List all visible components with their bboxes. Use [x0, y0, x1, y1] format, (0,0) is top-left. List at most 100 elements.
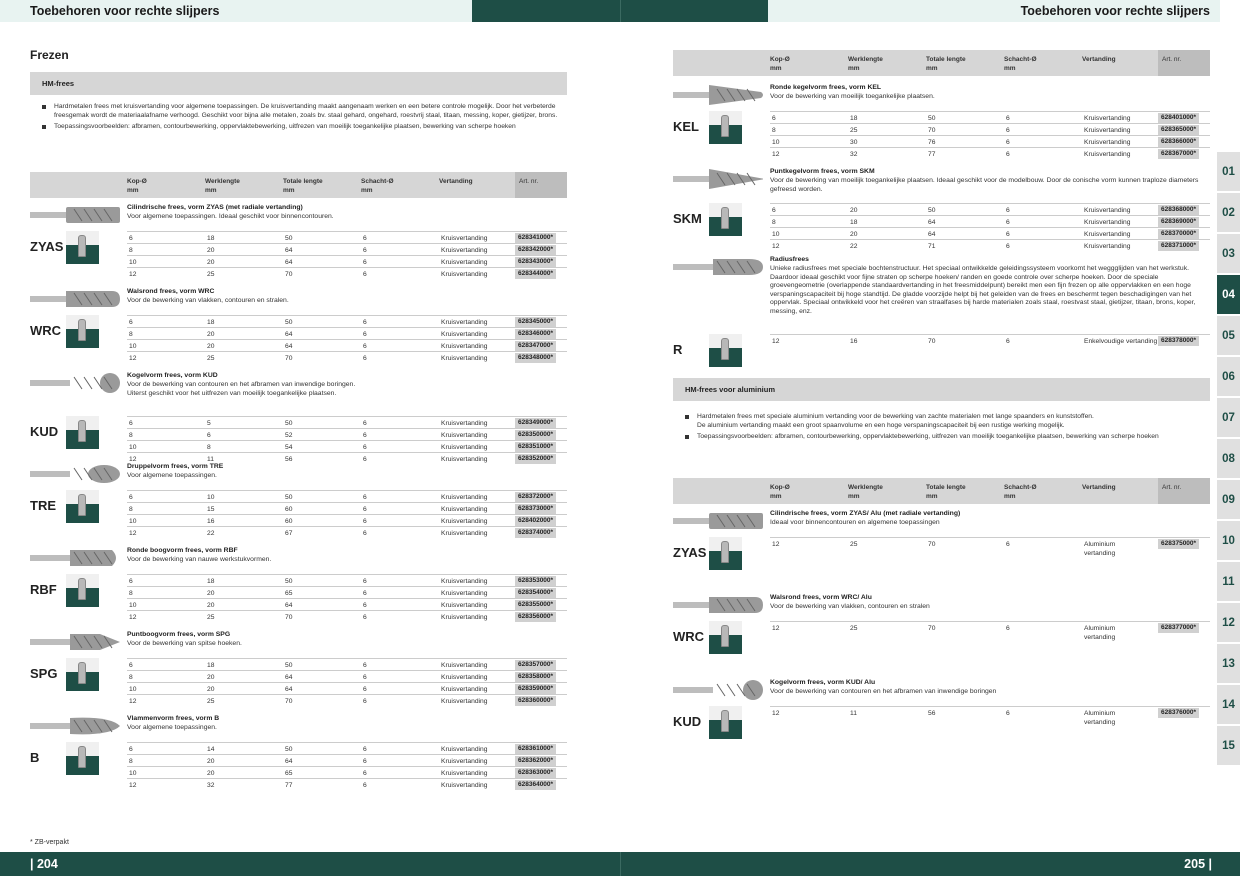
tab-chapter-11[interactable]: 11	[1217, 562, 1240, 602]
tab-chapter-05[interactable]: 05	[1217, 316, 1240, 356]
closeup-cutter	[721, 337, 729, 360]
table-row: 12 25 70 6 Aluminium vertanding 628375000*	[770, 536, 1210, 557]
table-row: 12 22 71 6 Kruisvertanding 628371000*	[770, 239, 1210, 251]
tab-chapter-08[interactable]: 08	[1217, 439, 1240, 479]
article-number: 628359000*	[515, 683, 557, 694]
table-cell: Aluminium vertanding	[1084, 709, 1116, 726]
column-header-label: Totale lengte mm	[283, 178, 323, 194]
table-cell: 6	[363, 697, 367, 705]
tab-chapter-02[interactable]: 02	[1217, 193, 1240, 233]
article-number: 628402000*	[515, 515, 557, 526]
product-name: Druppelvorm frees, vorm TRE	[127, 463, 224, 470]
closeup-cutter	[78, 419, 86, 442]
product-name: Ronde kegelvorm frees, vorm KEL	[770, 84, 882, 91]
page-number-right: 205 |	[1184, 857, 1212, 871]
cutter-image	[673, 84, 763, 106]
table-cell: 10	[129, 342, 137, 350]
table-cell: 20	[850, 231, 858, 238]
tab-chapter-01[interactable]: 01	[1217, 152, 1240, 192]
article-number: 628341000*	[515, 232, 557, 243]
table-cell: Kruisvertanding	[441, 589, 488, 597]
product-name: Vlammenvorm frees, vorm B	[127, 715, 220, 722]
tab-chapter-03[interactable]: 03	[1217, 234, 1240, 274]
product-name: Radiusfrees	[770, 256, 809, 263]
product-name: Walsrond frees, vorm WRC/ Alu	[770, 594, 872, 601]
table-cell: Kruisvertanding	[441, 258, 488, 266]
table-row: 12 25 70 6 Kruisvertanding 628356000*	[127, 609, 567, 622]
tab-chapter-13[interactable]: 13	[1217, 644, 1240, 684]
table-row: 6 18 50 6 Kruisvertanding 628353000*	[127, 573, 567, 586]
article-number: 628360000*	[515, 695, 557, 706]
article-number: 628343000*	[515, 256, 557, 267]
product-code: ZYAS	[673, 544, 707, 560]
closeup-cutter	[721, 709, 729, 732]
product-name: Walsrond frees, vorm WRC	[127, 288, 215, 295]
tab-chapter-14[interactable]: 14	[1217, 685, 1240, 725]
tab-chapter-10[interactable]: 10	[1217, 521, 1240, 561]
cutter-image	[30, 204, 120, 226]
article-number: 628342000*	[515, 244, 557, 255]
column-header-label: Werklengte mm	[205, 178, 240, 194]
section-title: Frezen	[30, 48, 69, 62]
tab-chapter-09[interactable]: 09	[1217, 480, 1240, 520]
column-header-artnr: Art. nr.	[1158, 50, 1210, 76]
product-closeup	[709, 333, 742, 367]
table-cell: 25	[850, 126, 858, 134]
article-number: 628368000*	[1158, 205, 1200, 215]
footer-band	[0, 852, 1240, 876]
cutter-image	[30, 372, 120, 394]
table-cell: 8	[129, 589, 133, 597]
table-cell: 77	[928, 150, 936, 158]
article-number: 628362000*	[515, 755, 557, 766]
article-number: 628369000*	[1158, 217, 1200, 227]
closeup-cutter	[78, 318, 86, 341]
tab-chapter-04[interactable]: 04	[1217, 275, 1240, 315]
article-number: 628366000*	[1158, 136, 1200, 147]
table-cell: 70	[285, 354, 293, 362]
table-cell: 70	[928, 540, 936, 548]
product-description: Voor de bewerking van vlakken, contouren…	[127, 297, 289, 304]
column-header-label: Totale lengte mm	[926, 484, 966, 500]
product-code: SKM	[673, 211, 702, 226]
table-cell: 14	[207, 745, 215, 753]
table-cell: 50	[285, 661, 293, 669]
header-center-block	[472, 0, 768, 22]
table-cell: 6	[772, 207, 776, 214]
tab-chapter-06[interactable]: 06	[1217, 357, 1240, 397]
table-cell: 25	[207, 270, 215, 278]
table-cell: 12	[772, 150, 780, 158]
product-name: Kogelvorm frees, vorm KUD	[127, 372, 218, 379]
table-cell: 60	[285, 505, 293, 513]
table-cell: Aluminium vertanding	[1084, 540, 1116, 557]
table-cell: 6	[363, 529, 367, 537]
table-row: 10 16 60 6 Kruisvertanding 628402000*	[127, 513, 567, 526]
product-code: WRC	[30, 322, 62, 338]
table-row: 8 20 64 6 Kruisvertanding 628358000*	[127, 669, 567, 682]
article-number: 628377000*	[1158, 622, 1200, 633]
table-row: 6 18 50 6 Kruisvertanding 628357000*	[127, 657, 567, 670]
table-cell: Kruisvertanding	[441, 318, 488, 326]
product-closeup	[709, 203, 742, 236]
article-number: 628357000*	[515, 659, 557, 670]
footnote-zb: * ZB-verpakt	[30, 839, 69, 846]
table-cell: 8	[772, 126, 776, 134]
product-closeup	[709, 536, 742, 570]
closeup-cutter	[721, 624, 729, 647]
cutter-image	[673, 679, 763, 701]
tab-chapter-12[interactable]: 12	[1217, 603, 1240, 643]
table-cell: 6	[129, 318, 133, 326]
tab-chapter-15[interactable]: 15	[1217, 726, 1240, 766]
table-row: 8 20 64 6 Kruisvertanding 628346000*	[127, 326, 567, 339]
column-header-label: Art. nr.	[519, 178, 539, 185]
tab-chapter-07[interactable]: 07	[1217, 398, 1240, 438]
table-row: 10 20 64 6 Kruisvertanding 628355000*	[127, 597, 567, 610]
table-cell: 20	[207, 246, 215, 254]
table-cell: 10	[129, 517, 137, 525]
table-row: 8 20 64 6 Kruisvertanding 628362000*	[127, 753, 567, 766]
table-row: 6 18 50 6 Kruisvertanding 628345000*	[127, 314, 567, 327]
article-number: 628367000*	[1158, 148, 1200, 159]
table-cell: Kruisvertanding	[441, 342, 488, 350]
product-description: Voor de bewerking van moeilijk toegankel…	[770, 177, 1199, 193]
product-code: RBF	[30, 581, 57, 597]
bullet-item: Hardmetalen frees met speciale aluminium…	[683, 412, 1208, 430]
